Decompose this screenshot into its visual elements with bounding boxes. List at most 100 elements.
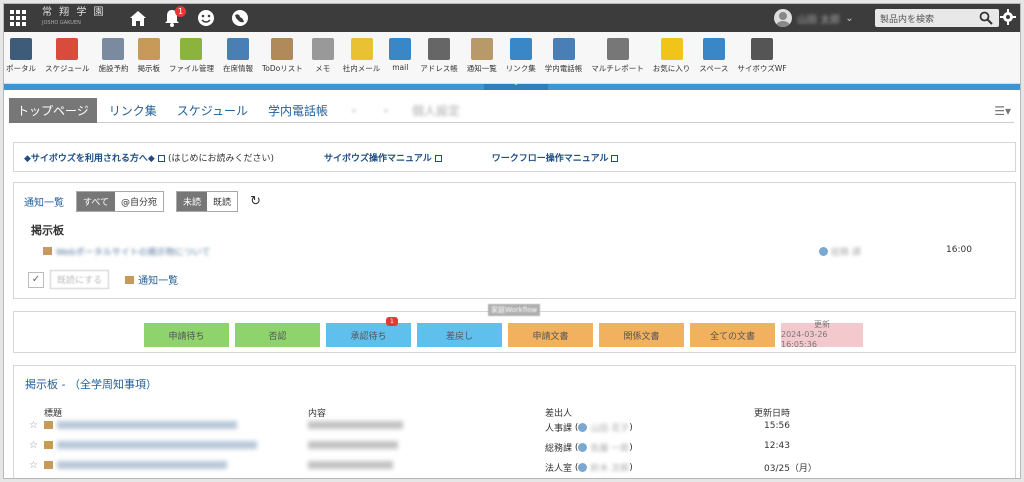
tab-top-page[interactable]: トップページ	[9, 98, 97, 123]
row-title[interactable]	[44, 421, 237, 429]
row-title[interactable]	[44, 441, 257, 449]
tab-links[interactable]: リンク集	[101, 98, 165, 123]
launcher-app[interactable]: mail	[389, 32, 420, 83]
mail-bubble-icon	[350, 38, 373, 60]
workflow-button-label: 申請文書	[532, 331, 569, 342]
notification-list-link[interactable]: 通知一覧	[125, 272, 178, 287]
app-menu-button[interactable]	[4, 4, 32, 32]
launcher-app[interactable]: マルチレポート	[591, 32, 653, 83]
filter-all-button[interactable]: すべて	[77, 192, 116, 211]
update-time: 2024-03-26 16:05:36	[781, 330, 828, 349]
launcher-app-label: サイボウズWF	[737, 64, 787, 73]
scope-toggle: すべて @自分宛	[76, 191, 165, 212]
settings-button[interactable]	[1000, 9, 1016, 28]
row-sender[interactable]: 総務課 (佐藤 一郎)	[545, 441, 633, 455]
stamp-icon	[750, 38, 773, 60]
launcher-app[interactable]: お気に入り	[653, 32, 700, 83]
workflow-button[interactable]: 差戻し	[417, 323, 502, 347]
workflow-button-label: 差戻し	[445, 331, 473, 342]
notice-sender[interactable]: 総務 課	[819, 245, 861, 258]
search-icon[interactable]	[979, 11, 993, 25]
launcher-app-label: 施設予約	[98, 64, 129, 73]
workflow-update-button[interactable]: 更新 2024-03-26 16:05:36	[781, 320, 863, 349]
link-for-users[interactable]: ◆サイボウズを利用される方へ◆ (はじめにお読みください)	[24, 151, 274, 164]
tab-blurred-2[interactable]: ・	[372, 98, 400, 123]
workflow-button[interactable]: 承認待ち 1	[326, 317, 411, 347]
star-icon[interactable]: ☆	[29, 420, 38, 431]
user-menu[interactable]: 山田 太郎 ⌄	[774, 9, 854, 27]
workflow-button[interactable]: 申請文書	[508, 323, 593, 347]
table-row[interactable]: ☆ 総務課 (佐藤 一郎) 12:43	[14, 436, 1015, 456]
launcher-app[interactable]: 掲示板	[137, 32, 169, 83]
workflow-button[interactable]: 否認	[235, 323, 320, 347]
launcher-app[interactable]: リンク集	[506, 32, 545, 83]
launcher-app[interactable]: 社内メール	[343, 32, 390, 83]
workflow-title: 家庭Workflow	[488, 304, 541, 316]
workflow-button-label: 承認待ち	[350, 331, 387, 342]
todo-icon	[271, 38, 294, 60]
filter-self-button[interactable]: @自分宛	[115, 192, 164, 211]
mark-read-button[interactable]: 既読にする	[50, 270, 110, 289]
workflow-button[interactable]: 申請待ち	[144, 323, 229, 347]
workflow-button[interactable]: 全ての文書	[690, 323, 775, 347]
smiley-button[interactable]	[196, 8, 216, 28]
launcher-app[interactable]: ファイル管理	[169, 32, 223, 83]
launcher-app-label: アドレス帳	[420, 64, 458, 73]
reload-icon[interactable]: ↻	[250, 194, 261, 209]
message-icon	[44, 461, 53, 469]
notification-button[interactable]: 1	[162, 6, 186, 28]
app-window: 常 翔 学 園 JOSHO GAKUEN 1 山田 太郎 ⌄ 製品内を検索 ポー…	[3, 3, 1021, 479]
link-workflow-manual[interactable]: ワークフロー操作マニュアル	[492, 151, 619, 164]
launcher-divider: ⌃	[4, 84, 1020, 90]
launcher-app[interactable]: 通知一覧	[467, 32, 506, 83]
launcher-app[interactable]: スペース	[699, 32, 737, 83]
tab-blurred-3[interactable]: 個人設定	[404, 98, 468, 123]
bulletin-title[interactable]: 掲示板 - （全学周知事項）	[25, 376, 1015, 392]
tab-blurred-1[interactable]: ・	[340, 98, 368, 123]
row-sender[interactable]: 法人室 (鈴木 次郎)	[545, 461, 633, 475]
filter-read-button[interactable]: 既読	[207, 192, 238, 211]
link-cybozu-manual[interactable]: サイボウズ操作マニュアル	[324, 151, 442, 164]
launcher-app[interactable]: ポータル	[6, 32, 45, 83]
launcher-app[interactable]: ToDoリスト	[262, 32, 312, 83]
table-row[interactable]: ☆ 人事課 (山田 花子) 15:56	[14, 416, 1015, 436]
tab-menu-icon[interactable]: ☰▾	[994, 104, 1011, 118]
notification-title[interactable]: 通知一覧	[24, 194, 64, 209]
row-title[interactable]	[44, 461, 227, 469]
app-launcher: ポータル スケジュール 施設予約 掲示板 ファイル管理 在席情報 ToDoリスト メモ 社内メー…	[4, 32, 1020, 84]
star-icon[interactable]: ☆	[29, 460, 38, 471]
launcher-app[interactable]: メモ	[311, 32, 343, 83]
star-icon[interactable]: ☆	[29, 440, 38, 451]
launcher-app[interactable]: サイボウズWF	[737, 32, 795, 83]
launcher-app-label: 通知一覧	[466, 64, 497, 73]
filter-unread-button[interactable]: 未読	[177, 192, 208, 211]
search-input[interactable]: 製品内を検索	[875, 9, 999, 27]
logo[interactable]: 常 翔 学 園 JOSHO GAKUEN	[42, 8, 106, 28]
launcher-app[interactable]: 学内電話帳	[545, 32, 592, 83]
memo-icon	[311, 38, 334, 60]
manual-links-panel: ◆サイボウズを利用される方へ◆ (はじめにお読みください) サイボウズ操作マニュ…	[13, 142, 1016, 172]
row-sender[interactable]: 人事課 (山田 花子)	[545, 421, 633, 435]
home-button[interactable]	[128, 8, 148, 28]
notice-item-text[interactable]: Webポータルサイトの掲示物について	[56, 245, 210, 258]
launcher-app[interactable]: アドレス帳	[420, 32, 467, 83]
row-date: 15:56	[764, 421, 790, 431]
tab-phonebook[interactable]: 学内電話帳	[260, 98, 336, 123]
tab-schedule[interactable]: スケジュール	[169, 98, 256, 123]
workflow-button[interactable]: 関係文書	[599, 323, 684, 347]
globe-button[interactable]	[230, 8, 250, 28]
workflow-button-label: 申請待ち	[168, 331, 205, 342]
calendar-icon	[56, 38, 79, 60]
home-icon	[130, 10, 146, 26]
notice-category-label: 掲示板	[31, 224, 64, 237]
launcher-app[interactable]: 施設予約	[98, 32, 137, 83]
row-content	[308, 461, 393, 469]
collapse-button[interactable]: ⌃	[484, 84, 548, 90]
launcher-app[interactable]: スケジュール	[45, 32, 98, 83]
launcher-app[interactable]: 在席情報	[223, 32, 262, 83]
select-all-checkbox[interactable]: ✓	[28, 271, 44, 288]
workflow-button-label: 全ての文書	[709, 331, 755, 342]
inbox-icon	[125, 276, 135, 284]
table-row[interactable]: ☆ 法人室 (鈴木 次郎) 03/25（月）	[14, 456, 1015, 476]
notice-item[interactable]: Webポータルサイトの掲示物について 総務 課 16:00	[43, 244, 1015, 258]
